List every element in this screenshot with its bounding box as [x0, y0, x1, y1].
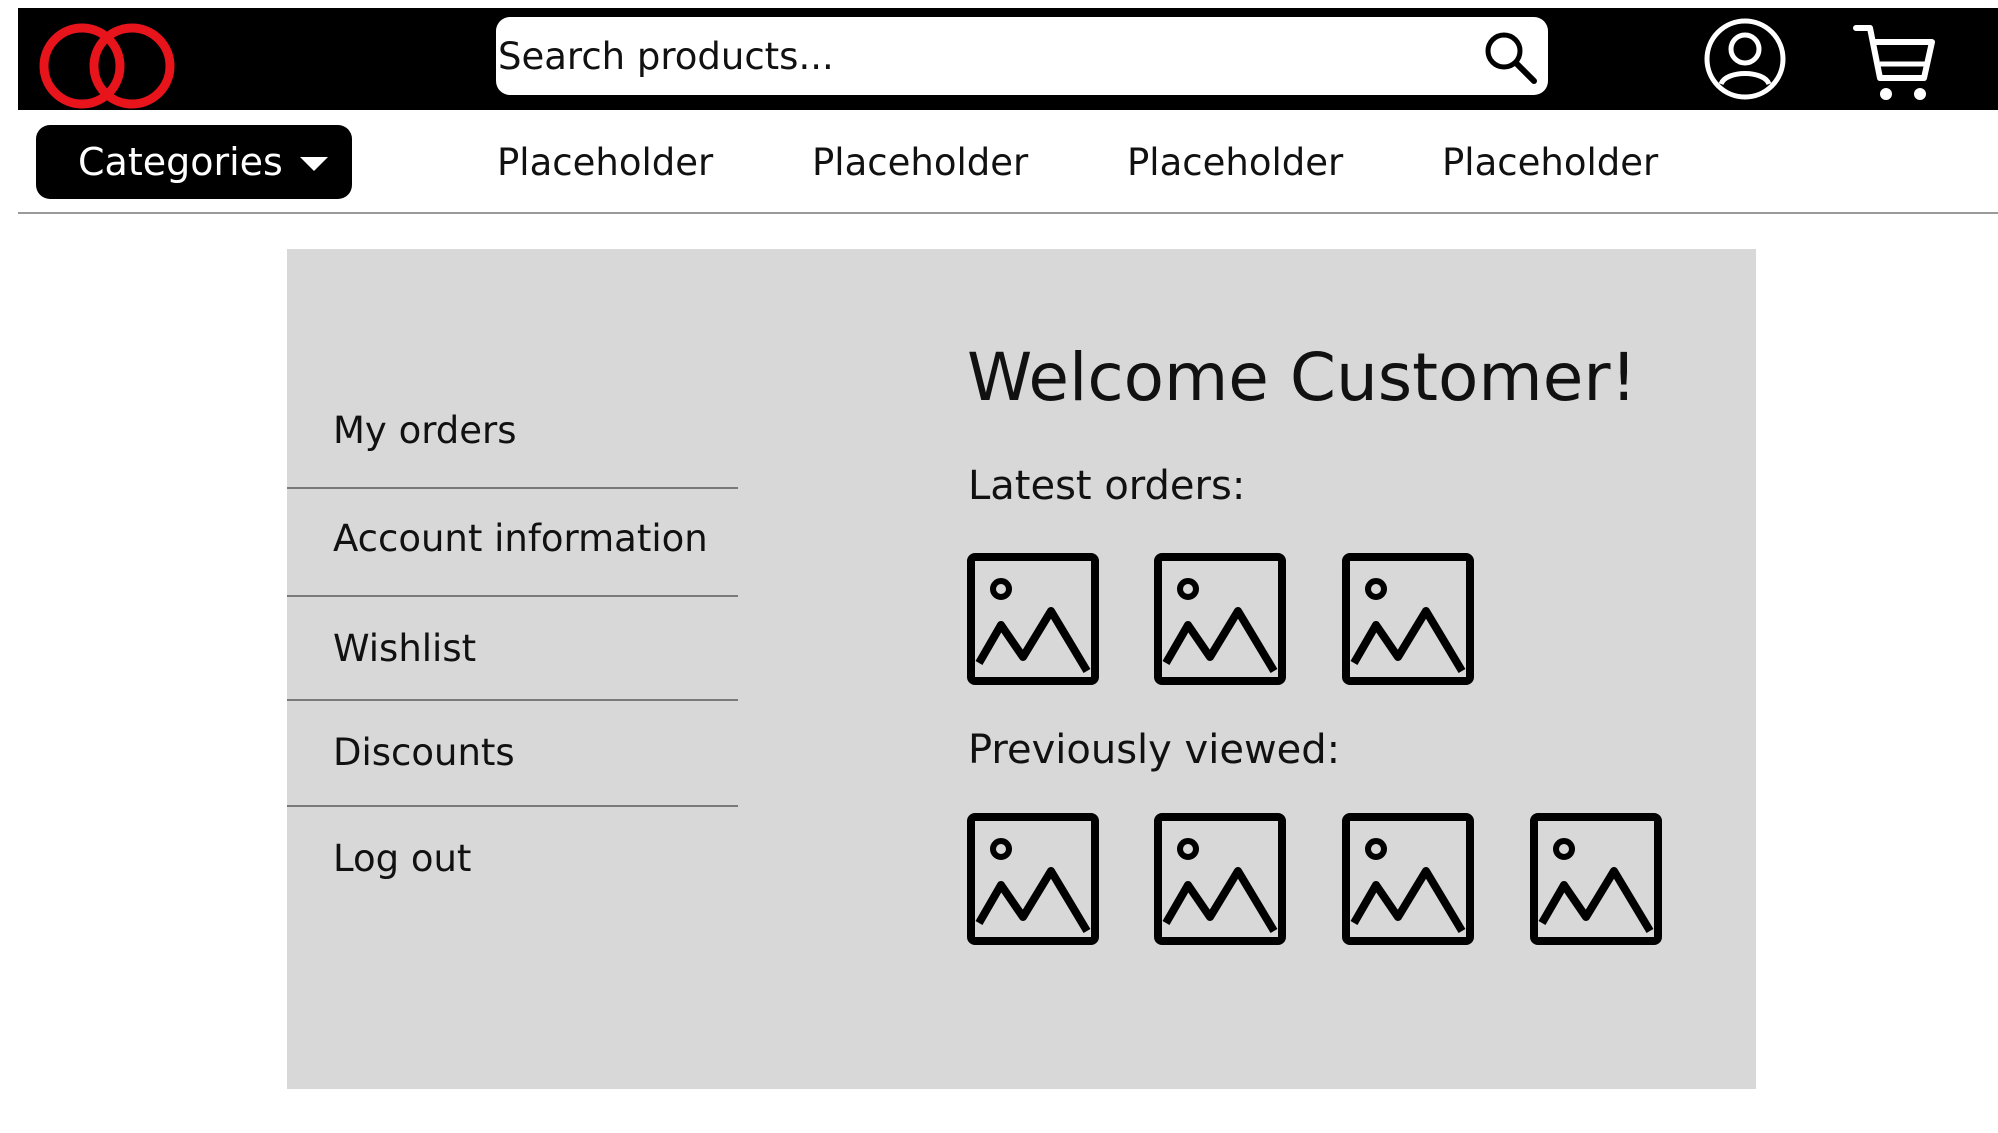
chevron-down-icon — [300, 157, 328, 171]
menu-item-label: My orders — [333, 409, 517, 452]
welcome-heading: Welcome Customer! — [967, 339, 1637, 416]
previously-viewed-label: Previously viewed: — [968, 727, 1341, 773]
image-placeholder-icon[interactable] — [1154, 553, 1286, 685]
menu-item-label: Discounts — [333, 731, 515, 774]
search-input[interactable] — [496, 17, 1448, 95]
cart-icon[interactable] — [1850, 16, 1940, 106]
category-nav: Categories Placeholder Placeholder Place… — [18, 110, 1998, 214]
menu-item-label: Log out — [333, 837, 472, 880]
menu-item-label: Wishlist — [333, 627, 477, 670]
categories-dropdown-button[interactable]: Categories — [36, 125, 352, 199]
logo[interactable] — [34, 16, 184, 110]
image-placeholder-icon[interactable] — [967, 553, 1099, 685]
menu-item-log-out[interactable]: Log out — [287, 807, 738, 907]
search-icon[interactable] — [1482, 29, 1538, 85]
account-menu: My orders Account information Wishlist D… — [287, 394, 738, 907]
latest-orders-label: Latest orders: — [968, 463, 1246, 509]
menu-item-my-orders[interactable]: My orders — [287, 394, 738, 489]
image-placeholder-icon[interactable] — [967, 813, 1099, 945]
image-placeholder-icon[interactable] — [1530, 813, 1662, 945]
account-panel: My orders Account information Wishlist D… — [287, 249, 1756, 1089]
menu-item-discounts[interactable]: Discounts — [287, 701, 738, 807]
nav-link-4[interactable]: Placeholder — [1442, 141, 1658, 184]
menu-item-account-information[interactable]: Account information — [287, 489, 738, 597]
categories-label: Categories — [78, 140, 283, 184]
image-placeholder-icon[interactable] — [1342, 813, 1474, 945]
image-placeholder-icon[interactable] — [1154, 813, 1286, 945]
top-bar — [18, 8, 1998, 110]
search-bar — [496, 17, 1548, 95]
account-icon[interactable] — [1702, 16, 1788, 102]
nav-divider — [18, 212, 1998, 214]
nav-link-1[interactable]: Placeholder — [497, 141, 713, 184]
image-placeholder-icon[interactable] — [1342, 553, 1474, 685]
nav-link-2[interactable]: Placeholder — [812, 141, 1028, 184]
menu-item-wishlist[interactable]: Wishlist — [287, 597, 738, 701]
nav-link-3[interactable]: Placeholder — [1127, 141, 1343, 184]
menu-item-label: Account information — [333, 517, 708, 560]
